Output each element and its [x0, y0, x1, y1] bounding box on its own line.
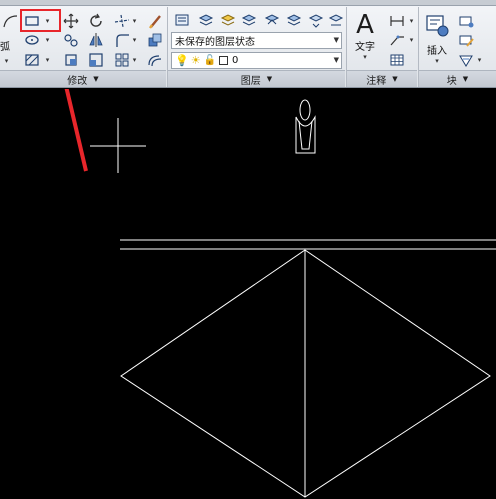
text-icon: A	[356, 10, 374, 40]
layers-panel-expand-icon: ▼	[266, 75, 273, 83]
ellipse-dropdown[interactable]: ▾	[43, 30, 52, 49]
annotation-panel-title[interactable]: 注释 ▼	[347, 70, 417, 87]
chevron-down-icon: ▼	[333, 56, 339, 64]
ucs-icon	[295, 99, 316, 154]
layer-freeze-icon[interactable]	[239, 10, 258, 29]
stretch-icon[interactable]	[61, 50, 80, 69]
mirror-icon[interactable]	[86, 30, 105, 49]
layer-select[interactable]: 💡 ☀ 🔓 0 ▼	[171, 52, 342, 69]
layers-panel-title[interactable]: 图层 ▼	[168, 70, 345, 87]
edit-block-icon[interactable]	[456, 30, 475, 49]
modify-panel-expand-icon: ▼	[93, 75, 99, 83]
layers-panel-label: 图层	[240, 75, 261, 87]
block-panel-title[interactable]: 块 ▼	[419, 70, 496, 87]
diamond-shape	[120, 249, 491, 498]
array-icon[interactable]	[112, 50, 131, 69]
chevron-down-icon: ▼	[333, 36, 339, 44]
fillet-icon[interactable]	[112, 30, 131, 49]
annotation-panel-expand-icon: ▼	[392, 75, 398, 83]
layer-properties-icon[interactable]	[172, 10, 191, 29]
bulb-icon: 💡	[175, 54, 189, 67]
layer-state-icon[interactable]	[196, 10, 215, 29]
annotation-panel-label: 注释	[366, 75, 387, 87]
array-dropdown[interactable]: ▾	[130, 50, 139, 69]
leader-icon[interactable]	[387, 30, 406, 49]
lock-icon: 🔓	[203, 55, 217, 66]
table-icon[interactable]	[387, 50, 406, 69]
layer-state-select[interactable]: 未保存的图层状态 ▼	[171, 32, 342, 49]
layer-match-icon[interactable]	[262, 10, 281, 29]
dimension-icon[interactable]	[387, 11, 406, 30]
modify-panel-title[interactable]: 修改 ▼	[0, 70, 166, 87]
copy-icon[interactable]	[61, 30, 80, 49]
modify-panel-label: 修改	[67, 75, 88, 87]
hatch-dropdown[interactable]: ▾	[43, 50, 52, 69]
leader-dropdown[interactable]: ▾	[407, 30, 416, 49]
chevron-down-icon: ▾	[363, 53, 367, 61]
arc-icon[interactable]	[0, 11, 19, 30]
explode-icon[interactable]	[145, 30, 164, 49]
offset-icon[interactable]	[145, 50, 164, 69]
block-attribute-icon[interactable]	[456, 50, 475, 69]
layer-previous-icon[interactable]	[326, 10, 345, 29]
dimension-dropdown[interactable]: ▾	[407, 11, 416, 30]
crosshair-cursor	[90, 118, 146, 173]
layer-isolate-icon[interactable]	[218, 10, 237, 29]
ellipse-icon[interactable]	[22, 30, 41, 49]
arc-dropdown[interactable]: ▾	[2, 51, 11, 70]
rotate-icon[interactable]	[86, 11, 105, 30]
erase-icon[interactable]	[145, 11, 164, 30]
sun-icon: ☀	[190, 54, 201, 67]
block-attribute-dropdown[interactable]: ▾	[475, 50, 484, 69]
insert-button[interactable]: 插入 ▾	[424, 12, 450, 65]
layer-walk-icon[interactable]	[284, 10, 303, 29]
insert-button-label: 插入	[427, 46, 447, 57]
chevron-down-icon: ▾	[435, 57, 439, 65]
red-pointer-arrow	[64, 89, 88, 172]
insert-block-icon	[424, 12, 450, 42]
layer-merge-icon[interactable]	[306, 10, 325, 29]
highlight-box	[20, 9, 61, 32]
current-layer-name: 0	[232, 55, 239, 66]
text-button-label: 文字	[355, 42, 375, 53]
ribbon: 弧 ▾ ▾ ▾ ▾ ▾ ▾ ▾ 修改 ▼ 未保存的图层状态 ▼ 💡 ☀ 🔓 0 …	[0, 0, 496, 88]
layer-state-value: 未保存的图层状态	[175, 37, 255, 48]
trim-icon[interactable]	[112, 11, 131, 30]
double-line	[120, 239, 496, 250]
ribbon-tab-strip	[0, 0, 496, 6]
layer-color-swatch	[219, 56, 229, 65]
trim-dropdown[interactable]: ▾	[130, 11, 139, 30]
fillet-dropdown[interactable]: ▾	[130, 30, 139, 49]
hatch-icon[interactable]	[22, 50, 41, 69]
create-block-icon[interactable]	[456, 11, 475, 30]
move-icon[interactable]	[61, 11, 80, 30]
scale-icon[interactable]	[86, 50, 105, 69]
drawing-canvas[interactable]	[0, 89, 496, 499]
block-panel-label: 块	[446, 75, 457, 87]
text-button[interactable]: A 文字 ▾	[355, 12, 375, 61]
block-panel-expand-icon: ▼	[462, 75, 469, 83]
